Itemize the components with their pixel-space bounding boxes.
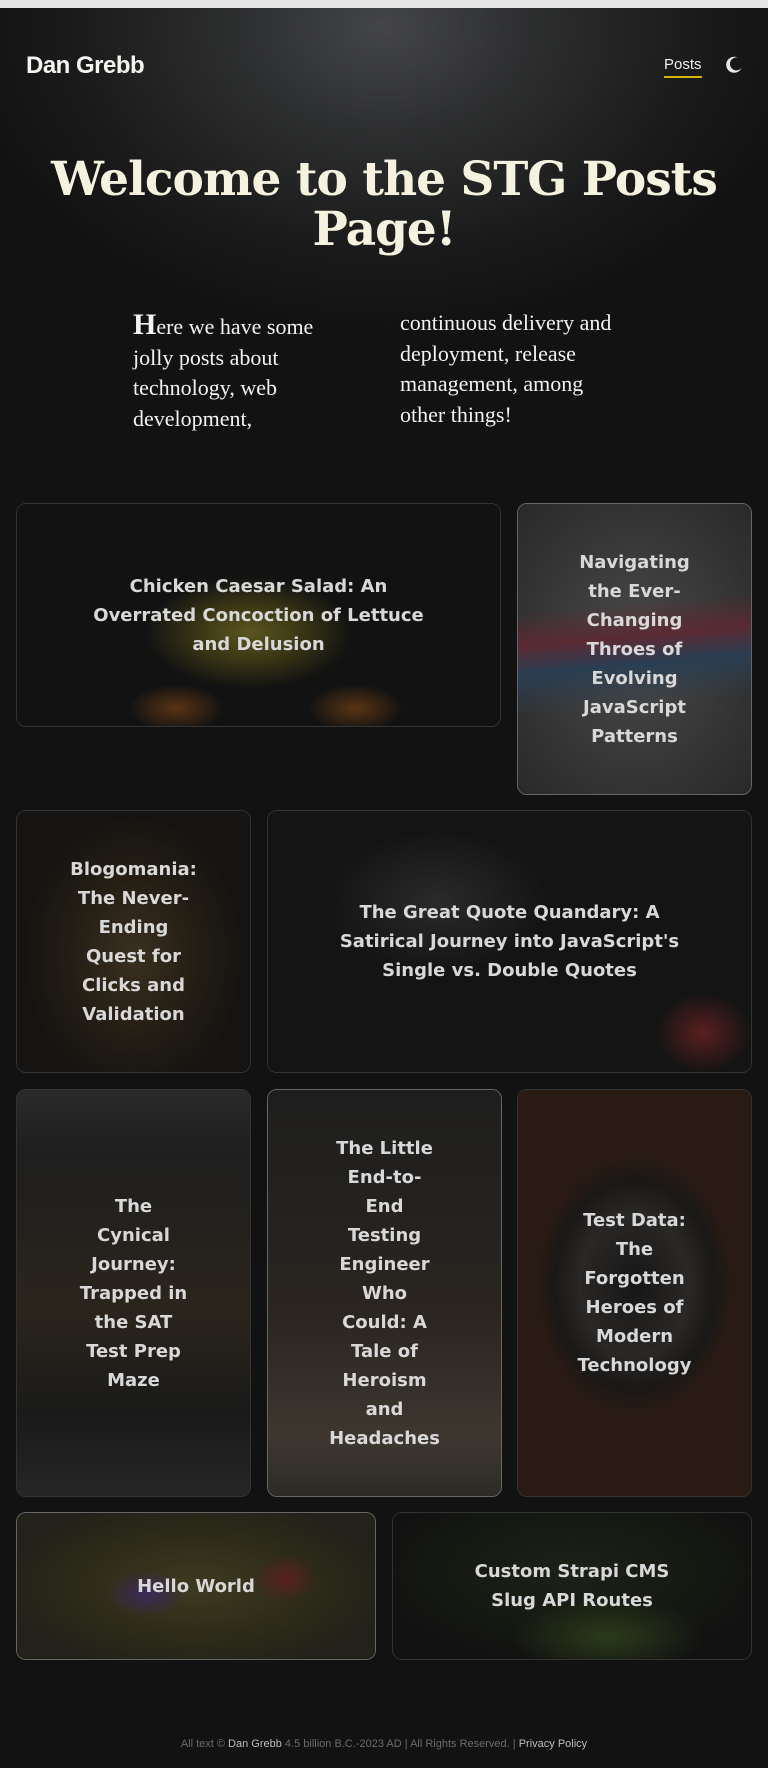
- post-card-title: The Cynical Journey: Trapped in the SAT …: [79, 1195, 188, 1391]
- site-brand[interactable]: Dan Grebb: [26, 52, 145, 80]
- browser-top-strip: [0, 0, 768, 8]
- moon-icon[interactable]: [724, 55, 744, 75]
- footer-rights: 4.5 billion B.C.-2023 AD | All Rights Re…: [284, 1738, 516, 1750]
- intro-dropcap: H: [133, 308, 157, 341]
- post-card-quote-quandary[interactable]: The Great Quote Quandary: A Satirical Jo…: [267, 810, 752, 1073]
- post-card-title: Hello World: [137, 1575, 255, 1597]
- post-card-test-data[interactable]: Test Data: The Forgotten Heroes of Moder…: [517, 1089, 752, 1497]
- post-card-title: The Great Quote Quandary: A Satirical Jo…: [339, 902, 680, 981]
- post-card-javascript-patterns[interactable]: Navigating the Ever-Changing Throes of E…: [517, 503, 752, 795]
- nav-link-posts[interactable]: Posts: [664, 56, 702, 78]
- site-header: Dan Grebb Posts: [0, 8, 768, 128]
- privacy-policy-link[interactable]: Privacy Policy: [519, 1738, 587, 1750]
- post-card-sat-test-prep[interactable]: The Cynical Journey: Trapped in the SAT …: [16, 1089, 251, 1497]
- post-card-hello-world[interactable]: Hello World: [16, 1512, 376, 1660]
- post-card-title: The Little End-to-End Testing Engineer W…: [329, 1137, 440, 1449]
- site-footer: All text © Dan Grebb 4.5 billion B.C.-20…: [0, 1738, 768, 1750]
- intro-text-1: ere we have some jolly posts about techn…: [133, 314, 314, 431]
- post-card-title: Chicken Caesar Salad: An Overrated Conco…: [93, 575, 424, 655]
- page-title: Welcome to the STG Posts Page!: [51, 152, 718, 257]
- post-card-strapi-slug[interactable]: Custom Strapi CMS Slug API Routes: [392, 1512, 752, 1660]
- post-card-title: Blogomania: The Never-Ending Quest for C…: [70, 858, 197, 1025]
- footer-author-link[interactable]: Dan Grebb: [228, 1738, 282, 1750]
- post-card-blogomania[interactable]: Blogomania: The Never-Ending Quest for C…: [16, 810, 251, 1073]
- post-card-title: Custom Strapi CMS Slug API Routes: [474, 1561, 670, 1611]
- post-card-chicken-caesar[interactable]: Chicken Caesar Salad: An Overrated Conco…: [16, 503, 501, 727]
- post-card-title: Test Data: The Forgotten Heroes of Moder…: [577, 1210, 692, 1376]
- post-card-e2e-testing[interactable]: The Little End-to-End Testing Engineer W…: [267, 1089, 502, 1497]
- footer-prefix: All text ©: [180, 1738, 225, 1750]
- intro-column-2: continuous delivery and deployment, rele…: [400, 310, 612, 427]
- post-card-title: Navigating the Ever-Changing Throes of E…: [579, 551, 690, 747]
- intro-column-1: Here we have some jolly posts about tech…: [133, 308, 343, 434]
